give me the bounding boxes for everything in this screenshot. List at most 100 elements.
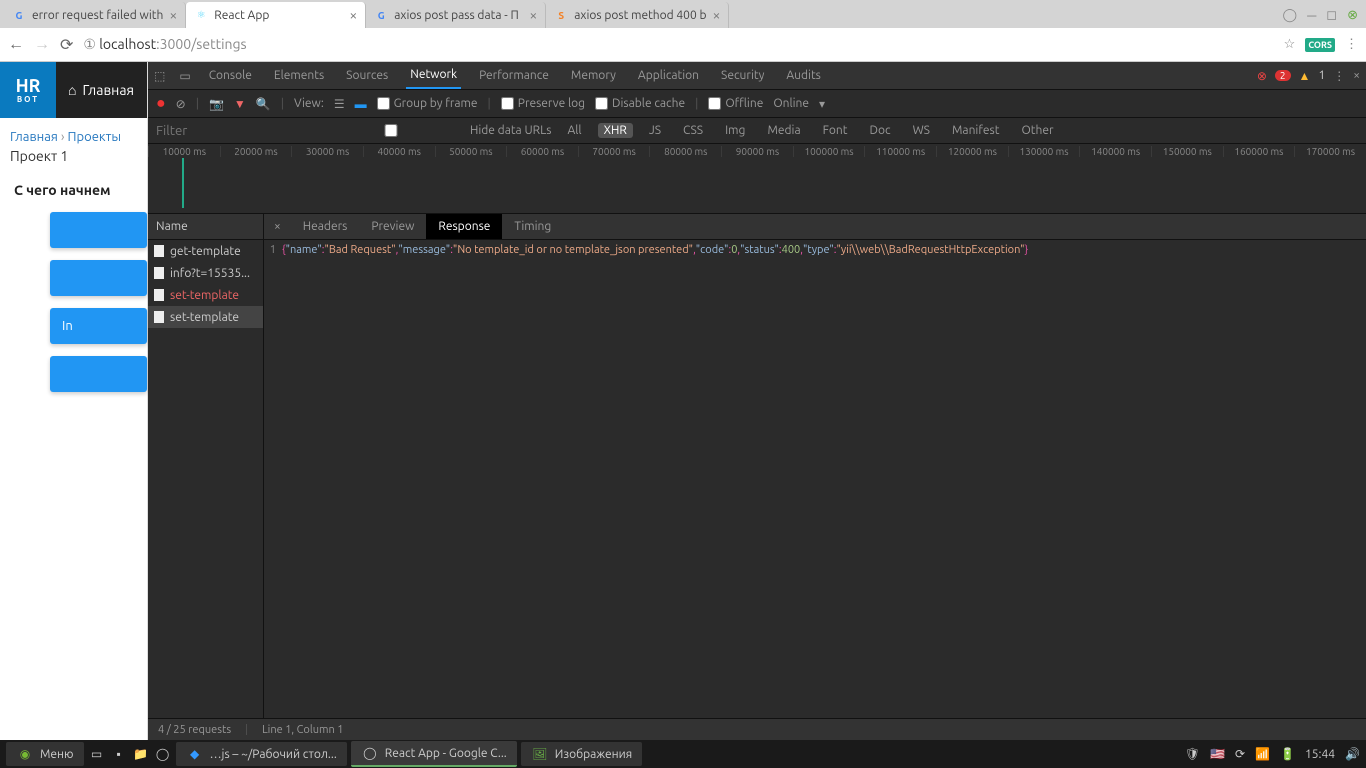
- device-toggle-icon[interactable]: ▭: [179, 69, 190, 83]
- devtools-tab-audits[interactable]: Audits: [782, 63, 825, 88]
- timeline-cursor[interactable]: [182, 158, 184, 208]
- window-close-icon[interactable]: ⊗: [1347, 8, 1358, 23]
- detail-tab-response[interactable]: Response: [426, 214, 502, 239]
- tray-clock[interactable]: 15:44: [1305, 748, 1335, 761]
- sidebar-button[interactable]: In: [50, 308, 147, 344]
- camera-icon[interactable]: 📷: [209, 97, 224, 111]
- request-list-header[interactable]: Name: [148, 214, 263, 240]
- offline-checkbox[interactable]: Offline: [708, 97, 763, 110]
- devtools-tab-application[interactable]: Application: [634, 63, 703, 88]
- chrome-icon: ◯: [361, 744, 379, 762]
- chrome-icon[interactable]: ◯: [154, 745, 172, 763]
- devtools-tab-memory[interactable]: Memory: [567, 63, 620, 88]
- tray-updates-icon[interactable]: ⟳: [1235, 747, 1245, 761]
- app-logo[interactable]: HR BOT: [0, 62, 56, 118]
- sidebar-button[interactable]: [50, 212, 147, 248]
- filter-media[interactable]: Media: [761, 123, 806, 138]
- disable-cache-checkbox[interactable]: Disable cache: [595, 97, 685, 110]
- start-menu-button[interactable]: ◉ Меню: [6, 742, 84, 766]
- error-count-icon[interactable]: ⊗: [1257, 69, 1267, 83]
- taskbar-window[interactable]: 🖼 Изображения: [521, 742, 642, 766]
- large-rows-icon[interactable]: ☰: [334, 97, 345, 111]
- warning-icon[interactable]: ▲: [1299, 69, 1311, 83]
- filter-font[interactable]: Font: [817, 123, 854, 138]
- devtools-tab-elements[interactable]: Elements: [270, 63, 328, 88]
- hide-data-urls-checkbox[interactable]: Hide data URLs: [316, 124, 551, 137]
- browser-tab[interactable]: ⚛ React App ×: [186, 2, 366, 28]
- response-body[interactable]: 1 {"name":"Bad Request","message":"No te…: [264, 240, 1366, 718]
- show-desktop-icon[interactable]: ▭: [88, 745, 106, 763]
- tray-flag-icon[interactable]: 🇺🇸: [1210, 747, 1225, 761]
- filter-css[interactable]: CSS: [677, 123, 709, 138]
- filter-doc[interactable]: Doc: [864, 123, 897, 138]
- overview-icon[interactable]: ▬: [355, 97, 367, 111]
- tab-title: React App: [214, 9, 343, 22]
- browser-tab[interactable]: G error request failed with ×: [4, 2, 186, 28]
- record-button[interactable]: ●: [156, 94, 166, 113]
- tray-shield-icon[interactable]: 🛡: [1185, 747, 1200, 761]
- filter-img[interactable]: Img: [719, 123, 751, 138]
- terminal-icon[interactable]: ▪: [110, 745, 128, 763]
- filter-manifest[interactable]: Manifest: [946, 123, 1005, 138]
- files-icon[interactable]: 📁: [132, 745, 150, 763]
- document-icon: [154, 311, 164, 323]
- close-icon[interactable]: ×: [349, 7, 357, 23]
- request-row[interactable]: get-template: [148, 240, 263, 262]
- browser-tab[interactable]: G axios post pass data - П ×: [366, 2, 546, 28]
- devtools-tab-performance[interactable]: Performance: [475, 63, 553, 88]
- sidebar-button[interactable]: [50, 356, 147, 392]
- devtools-tab-console[interactable]: Console: [205, 63, 256, 88]
- throttling-select[interactable]: Online: [773, 97, 809, 110]
- filter-xhr[interactable]: XHR: [598, 123, 633, 138]
- close-detail-icon[interactable]: ×: [264, 220, 291, 233]
- network-timeline[interactable]: 10000 ms 20000 ms 30000 ms 40000 ms 5000…: [148, 144, 1366, 214]
- browser-menu-icon[interactable]: ⋮: [1345, 37, 1358, 52]
- detail-tab-headers[interactable]: Headers: [291, 214, 360, 239]
- browser-tab[interactable]: S axios post method 400 b ×: [546, 2, 729, 28]
- request-row[interactable]: info?t=15535...: [148, 262, 263, 284]
- request-summary: 4 / 25 requests: [158, 724, 231, 736]
- sidebar-button[interactable]: [50, 260, 147, 296]
- tray-volume-icon[interactable]: 🔊: [1345, 747, 1360, 761]
- detail-tabs: × Headers Preview Response Timing: [264, 214, 1366, 240]
- preserve-log-checkbox[interactable]: Preserve log: [501, 97, 585, 110]
- request-row[interactable]: set-template: [148, 284, 263, 306]
- clear-button[interactable]: ⊘: [176, 97, 186, 111]
- filter-ws[interactable]: WS: [907, 123, 936, 138]
- forward-button[interactable]: →: [34, 35, 50, 54]
- close-icon[interactable]: ×: [529, 7, 537, 23]
- cors-extension-icon[interactable]: CORS: [1305, 38, 1335, 52]
- nav-home[interactable]: ⌂ Главная: [56, 82, 134, 98]
- star-icon[interactable]: ☆: [1284, 37, 1296, 52]
- filter-js[interactable]: JS: [643, 123, 667, 138]
- devtools-menu-icon[interactable]: ⋮: [1333, 69, 1345, 83]
- window-maximize-icon[interactable]: ◻: [1326, 8, 1337, 23]
- tray-battery-icon[interactable]: 🔋: [1280, 747, 1295, 761]
- window-minimize-icon[interactable]: ─: [1307, 8, 1316, 23]
- breadcrumb-link[interactable]: Главная: [10, 130, 58, 144]
- devtools-close-icon[interactable]: ×: [1353, 69, 1360, 82]
- user-icon[interactable]: ◯: [1283, 8, 1298, 23]
- devtools-tab-sources[interactable]: Sources: [342, 63, 392, 88]
- close-icon[interactable]: ×: [713, 7, 721, 23]
- filter-icon[interactable]: ▼: [234, 97, 246, 111]
- filter-all[interactable]: All: [561, 123, 587, 138]
- search-icon[interactable]: 🔍: [256, 97, 271, 111]
- detail-tab-timing[interactable]: Timing: [502, 214, 563, 239]
- taskbar-window[interactable]: ◯ React App - Google C...: [351, 741, 517, 767]
- filter-other[interactable]: Other: [1015, 123, 1059, 138]
- detail-tab-preview[interactable]: Preview: [359, 214, 426, 239]
- close-icon[interactable]: ×: [169, 7, 177, 23]
- breadcrumb-link[interactable]: Проекты: [68, 130, 122, 144]
- filter-input[interactable]: [156, 123, 306, 138]
- tray-wifi-icon[interactable]: 📶: [1255, 747, 1270, 761]
- url-field[interactable]: ① localhost:3000/settings: [83, 36, 1273, 53]
- inspect-element-icon[interactable]: ⬚: [154, 69, 165, 83]
- reload-button[interactable]: ⟳: [60, 35, 73, 54]
- group-by-frame-checkbox[interactable]: Group by frame: [377, 97, 478, 110]
- request-row[interactable]: set-template: [148, 306, 263, 328]
- back-button[interactable]: ←: [8, 35, 24, 54]
- devtools-tab-network[interactable]: Network: [406, 62, 461, 89]
- devtools-tab-security[interactable]: Security: [717, 63, 768, 88]
- taskbar-window[interactable]: ◆ …js – ~/Рабочий стол...: [176, 742, 347, 766]
